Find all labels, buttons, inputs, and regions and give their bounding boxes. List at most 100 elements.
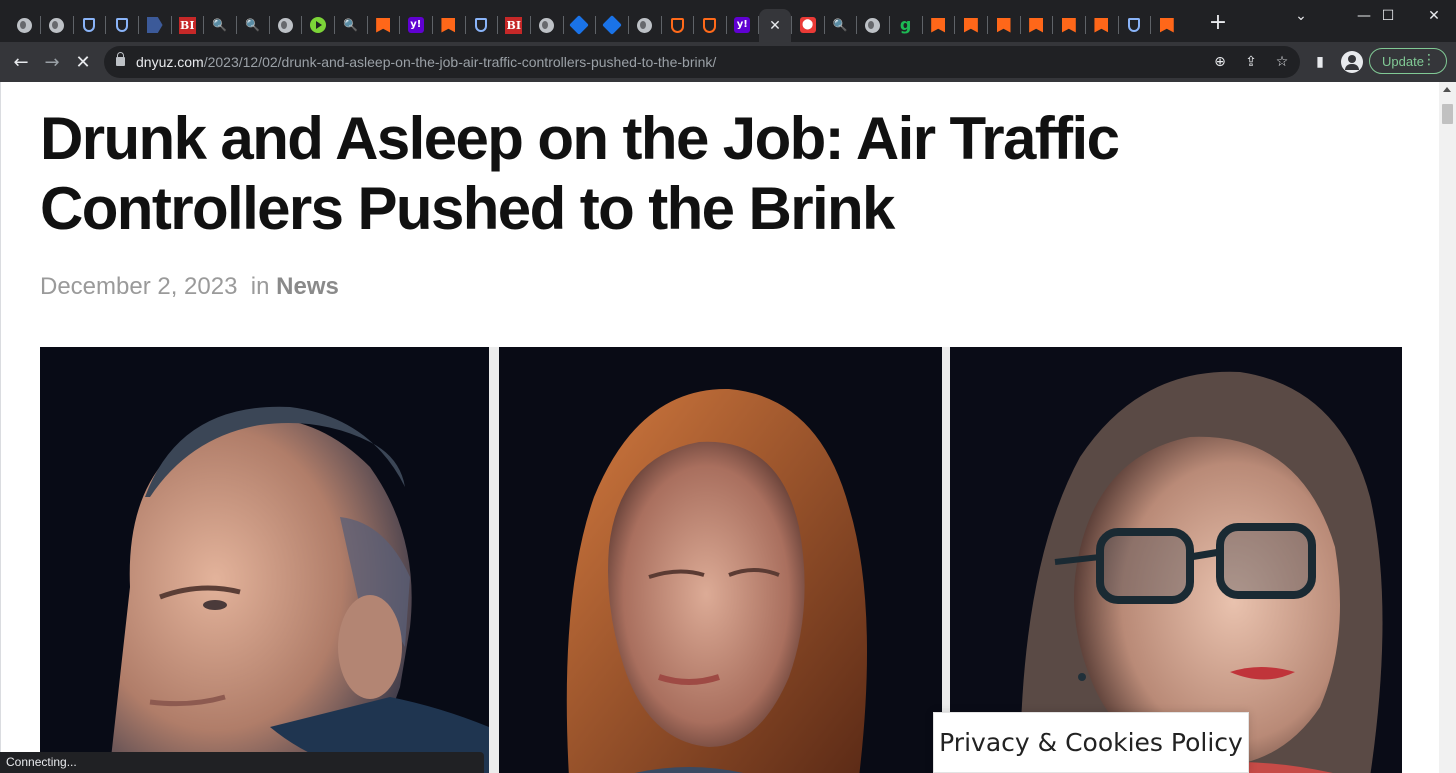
scroll-thumb[interactable] [1442, 104, 1453, 124]
tab-separator [595, 16, 597, 34]
tab[interactable] [922, 9, 954, 41]
tab[interactable] [1151, 9, 1183, 41]
portrait-glasses-woman-image [950, 347, 1402, 773]
tab-separator [758, 16, 760, 34]
update-button[interactable]: Update ⋮ [1369, 48, 1447, 74]
tab[interactable] [955, 9, 987, 41]
tab-separator [203, 16, 205, 34]
address-bar[interactable]: dnyuz.com/2023/12/02/drunk-and-asleep-on… [104, 46, 1300, 78]
tab-separator [725, 16, 727, 34]
scroll-up-arrow-icon[interactable] [1443, 87, 1451, 92]
tab[interactable] [857, 9, 889, 41]
tab-search-chevron-icon[interactable]: ⌄ [1279, 4, 1323, 28]
article-headline: Drunk and Asleep on the Job: Air Traffic… [40, 105, 1120, 242]
tab-separator [1052, 16, 1054, 34]
tab[interactable] [661, 9, 693, 41]
tab-separator [399, 16, 401, 34]
zoom-icon[interactable]: ⊕ [1210, 52, 1230, 72]
tab[interactable] [8, 9, 40, 41]
side-panel-icon[interactable]: ▮ [1310, 52, 1330, 72]
tab[interactable] [432, 9, 464, 41]
close-tab-icon[interactable]: ✕ [769, 18, 781, 34]
privacy-cookies-policy-button[interactable]: Privacy & Cookies Policy [933, 712, 1249, 773]
tab-separator [334, 16, 335, 34]
lock-icon[interactable] [116, 52, 125, 66]
tab-separator [954, 16, 956, 34]
search-icon: 🔍 [212, 18, 228, 32]
tab-separator [301, 16, 303, 34]
tab-separator [660, 16, 662, 34]
tab-active[interactable]: ✕ [758, 9, 791, 42]
tab[interactable] [41, 9, 73, 41]
substack-icon [963, 17, 978, 33]
tab[interactable] [1118, 9, 1150, 41]
tab[interactable]: 🔍 [335, 9, 367, 41]
substack-icon [1061, 17, 1076, 33]
g-icon: g [899, 15, 912, 34]
tab-separator [497, 16, 499, 34]
shield-icon [83, 18, 96, 32]
tab-separator [627, 16, 629, 34]
article-meta: December 2, 2023 in News [40, 273, 339, 301]
substack-icon [376, 17, 391, 33]
maximize-button[interactable]: ☐ [1366, 4, 1410, 28]
tab[interactable] [1020, 9, 1052, 41]
tab[interactable] [106, 9, 138, 41]
tab[interactable] [530, 9, 562, 41]
tab[interactable]: ⬤ [792, 9, 824, 41]
tab[interactable] [302, 9, 334, 41]
status-bubble: Connecting... [0, 752, 484, 773]
share-icon[interactable]: ⇪ [1241, 52, 1261, 72]
new-tab-button[interactable]: + [1206, 12, 1230, 36]
tab-separator [856, 16, 858, 34]
play-icon [309, 17, 326, 33]
tab[interactable] [73, 9, 105, 41]
tab[interactable]: y! [400, 9, 432, 41]
tab[interactable]: 🔍 [824, 9, 856, 41]
yahoo-icon: y! [407, 17, 424, 33]
stop-loading-button[interactable]: ✕ [69, 48, 97, 76]
tab[interactable]: g [890, 9, 922, 41]
tab[interactable]: 🔍 [237, 9, 269, 41]
substack-icon [441, 17, 456, 33]
category-link[interactable]: News [276, 273, 339, 300]
tab[interactable] [269, 9, 301, 41]
page-scrollbar[interactable] [1439, 82, 1456, 773]
tab[interactable]: BI [171, 9, 203, 41]
shield-icon [1128, 18, 1141, 32]
business-insider-icon: BI [505, 16, 523, 34]
url-text[interactable]: dnyuz.com/2023/12/02/drunk-and-asleep-on… [136, 54, 716, 70]
tab[interactable]: BI [498, 9, 530, 41]
tab[interactable] [139, 9, 171, 41]
forward-button[interactable]: → [38, 48, 66, 76]
url-host: dnyuz.com [136, 54, 204, 70]
back-button[interactable]: ← [7, 48, 35, 76]
tab[interactable] [1085, 9, 1117, 41]
tab[interactable] [465, 9, 497, 41]
tab[interactable] [596, 9, 628, 41]
bookmark-star-icon[interactable]: ☆ [1272, 52, 1292, 72]
menu-icon[interactable]: ⋮ [1422, 52, 1436, 68]
tab-separator [105, 16, 107, 34]
tab[interactable] [694, 9, 726, 41]
tab[interactable]: y! [726, 9, 758, 41]
tab-separator [236, 16, 238, 34]
tab-separator [529, 16, 531, 34]
tab-separator [170, 16, 172, 34]
profile-avatar[interactable] [1341, 51, 1363, 73]
tab-separator [138, 16, 140, 34]
tab-separator [268, 16, 270, 34]
ublock-icon [703, 17, 717, 33]
tab[interactable]: 🔍 [204, 9, 236, 41]
tab[interactable] [628, 9, 660, 41]
url-path: /2023/12/02/drunk-and-asleep-on-the-job-… [203, 54, 717, 70]
close-window-button[interactable]: ✕ [1412, 4, 1456, 28]
tab[interactable] [367, 9, 399, 41]
tab[interactable] [1053, 9, 1085, 41]
tab[interactable] [563, 9, 595, 41]
tab[interactable] [988, 9, 1020, 41]
tab-separator [562, 16, 564, 34]
article-date: December 2, 2023 [40, 273, 238, 300]
article-hero-image [40, 347, 1402, 773]
search-icon: 🔍 [245, 18, 261, 32]
